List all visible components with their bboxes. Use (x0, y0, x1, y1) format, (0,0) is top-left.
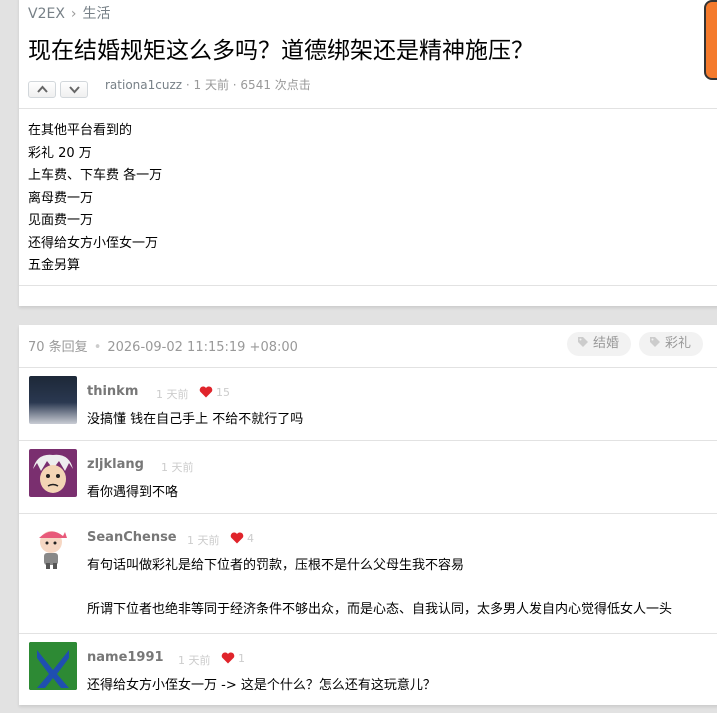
reply-item: thinkm 1 天前 15 没搞懂 钱在自己手上 不给不就行了吗 (19, 367, 717, 440)
content-line: 离母费一万 (28, 190, 94, 206)
reply-username[interactable]: SeanChense (87, 530, 177, 545)
breadcrumb-site-link[interactable]: V2EX (28, 6, 65, 22)
tag-label: 结婚 (593, 336, 620, 351)
tag-label: 彩礼 (665, 336, 692, 351)
replies-box: 70 条回复 • 2026-09-02 11:15:19 +08:00 结婚 彩礼 t… (19, 325, 717, 705)
separator-dot: • (93, 340, 102, 355)
replies-header: 70 条回复 • 2026-09-02 11:15:19 +08:00 (28, 339, 298, 357)
content-line: 见面费一万 (28, 213, 94, 228)
content-line: 彩礼 20 万 (28, 145, 92, 161)
tag-list: 结婚 彩礼 (567, 332, 711, 356)
vote-buttons (28, 81, 92, 98)
reply-time: 1 天前 (156, 388, 189, 401)
reply-item: SeanChense 1 天前 4 有句话叫做彩礼是给下位者的罚款，压根不是什么… (19, 513, 717, 633)
reply-time: 1 天前 (178, 654, 211, 667)
breadcrumb: V2EX › 生活 (28, 4, 111, 24)
heart-icon (230, 532, 244, 544)
avatar[interactable] (29, 642, 77, 690)
topic-meta: rationa1cuzz · 1 天前 · 6541 次点击 (105, 78, 311, 92)
content-line: 在其他平台看到的 (28, 123, 133, 138)
avatar-face-icon (33, 454, 73, 493)
avatar-pattern-icon (29, 642, 77, 690)
topic-content: 在其他平台看到的 彩礼 20 万 上车费、下车费 各一万 离母费一万 见面费一万… (28, 120, 162, 278)
chevron-up-icon (37, 85, 48, 93)
topic-box: V2EX › 生活 现在结婚规矩这么多吗？道德绑架还是精神施压？ rationa1c… (19, 0, 717, 306)
reply-line: 所谓下位者也绝非等同于经济条件不够出众，而是心态、自我认同，太多男人发自内心觉得… (87, 602, 673, 617)
reply-likes: 15 (199, 386, 230, 399)
chevron-down-icon (69, 86, 80, 94)
reply-time: 1 天前 (187, 534, 220, 547)
reply-line (87, 578, 672, 600)
avatar[interactable] (29, 449, 77, 497)
divider (19, 285, 717, 286)
page-title: 现在结婚规矩这么多吗？道德绑架还是精神施压？ (28, 38, 534, 64)
upvote-button[interactable] (28, 81, 56, 98)
divider (19, 108, 717, 109)
reply-line: 还得给女方小侄女一万 -> 这是个什么？怎么还有这玩意儿？ (87, 678, 436, 693)
topic-author-link[interactable]: rationa1cuzz (105, 78, 182, 92)
content-line: 上车费、下车费 各一万 (28, 168, 163, 183)
reply-likes: 1 (221, 652, 245, 665)
like-count: 4 (247, 532, 254, 545)
like-count: 15 (216, 386, 230, 399)
reply-content: 还得给女方小侄女一万 -> 这是个什么？怎么还有这玩意儿？ (87, 676, 436, 696)
reply-item: zljklang 1 天前 看你遇得到不咯 (19, 440, 717, 513)
reply-line: 看你遇得到不咯 (87, 485, 179, 500)
downvote-button[interactable] (60, 81, 88, 98)
reply-likes: 4 (230, 532, 254, 545)
heart-icon (221, 652, 235, 664)
reply-content: 有句话叫做彩礼是给下位者的罚款，压根不是什么父母生我不容易 所谓下位者也绝非等同… (87, 556, 672, 622)
topic-time: 1 天前 (193, 78, 229, 92)
avatar-character-icon (39, 531, 67, 569)
tag-marriage[interactable]: 结婚 (567, 332, 632, 356)
avatar[interactable] (29, 376, 77, 424)
reply-item: name1991 1 天前 1 还得给女方小侄女一万 -> 这是个什么？怎么还有… (19, 633, 717, 713)
reply-line: 有句话叫做彩礼是给下位者的罚款，压根不是什么父母生我不容易 (87, 558, 465, 573)
content-line: 还得给女方小侄女一万 (28, 235, 159, 251)
reply-username[interactable]: name1991 (87, 650, 164, 665)
reply-content: 看你遇得到不咯 (87, 483, 178, 503)
tag-icon (578, 337, 588, 347)
reply-line: 没搞懂 钱在自己手上 不给不就行了吗 (87, 412, 304, 427)
reply-datetime: 2026-09-02 11:15:19 +08:00 (107, 340, 298, 355)
topic-clicks: 6541 次点击 (240, 78, 311, 92)
avatar[interactable] (29, 522, 77, 570)
like-count: 1 (238, 652, 245, 665)
content-line: 五金另算 (28, 258, 81, 273)
heart-icon (199, 386, 213, 398)
author-avatar[interactable] (704, 0, 717, 80)
breadcrumb-separator: › (70, 6, 77, 22)
tag-icon (650, 337, 661, 347)
breadcrumb-node-link[interactable]: 生活 (83, 6, 111, 22)
tag-bride-price[interactable]: 彩礼 (639, 332, 704, 356)
reply-username[interactable]: zljklang (87, 457, 144, 472)
reply-count: 70 条回复 (28, 340, 88, 355)
reply-content: 没搞懂 钱在自己手上 不给不就行了吗 (87, 410, 303, 430)
reply-username[interactable]: thinkm (87, 384, 138, 399)
reply-time: 1 天前 (161, 461, 194, 474)
